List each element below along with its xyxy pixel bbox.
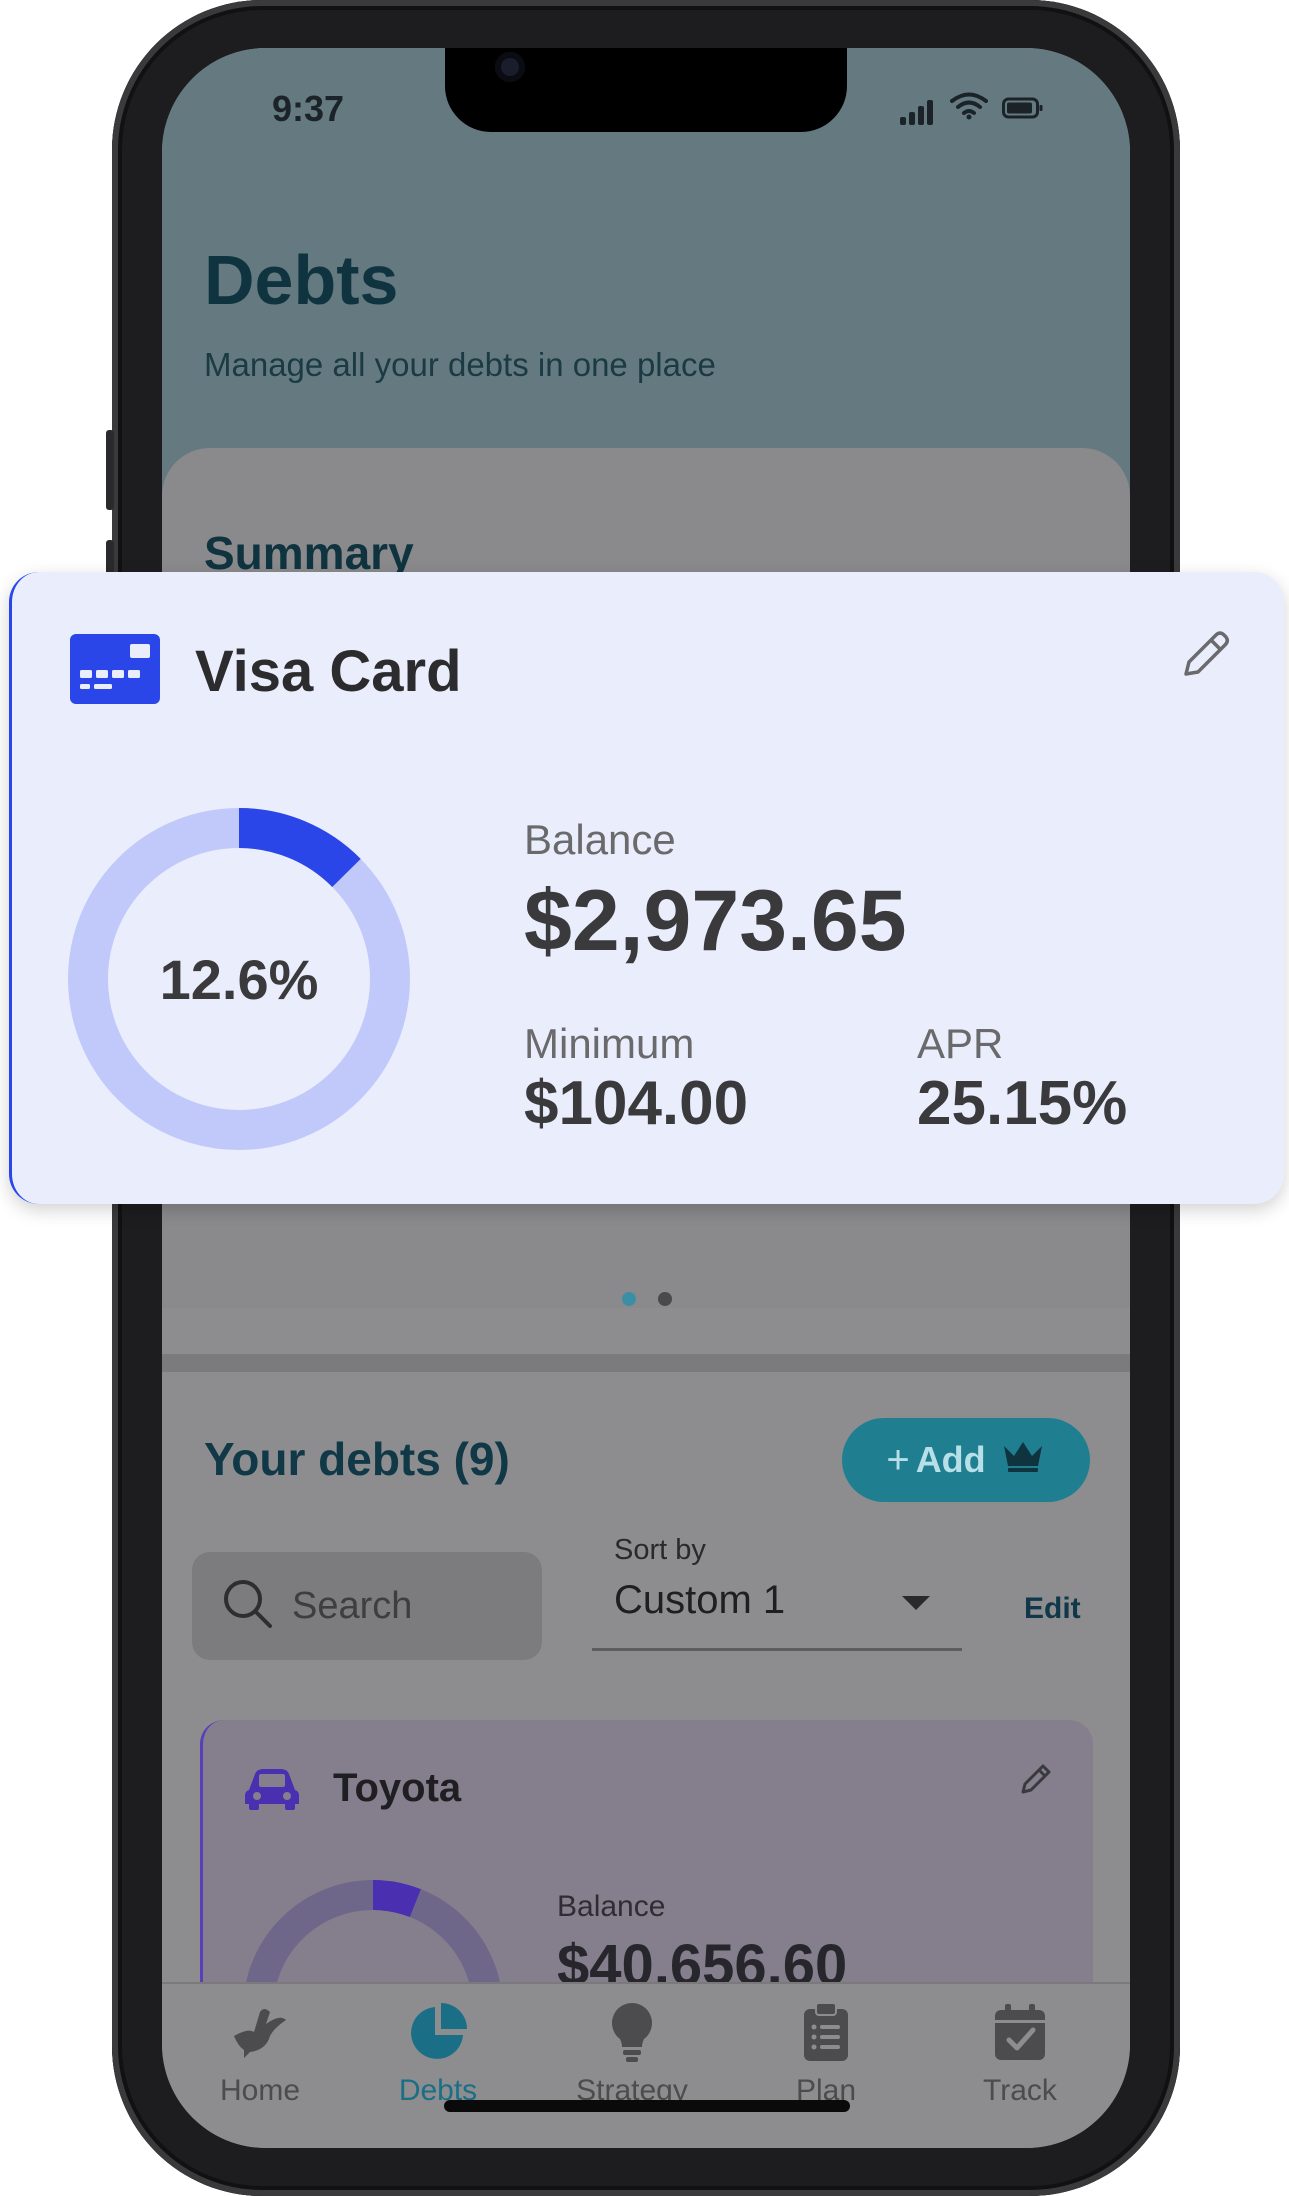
section-divider — [162, 1354, 1130, 1372]
carousel-dot-1[interactable] — [622, 1292, 636, 1306]
plus-icon: + — [886, 1437, 910, 1482]
tab-home-label: Home — [219, 2074, 301, 2107]
edit-order-button[interactable]: Edit — [1024, 1592, 1081, 1626]
search-input[interactable]: Search — [192, 1552, 542, 1660]
page-subtitle: Manage all your debts in one place — [204, 346, 716, 383]
debt-name-toyota: Toyota — [333, 1766, 462, 1810]
credit-card-icon — [70, 634, 160, 709]
search-icon — [220, 1576, 276, 1637]
pie-chart-icon — [348, 2000, 528, 2064]
toyota-balance-label: Balance — [557, 1890, 666, 1923]
status-time: 9:37 — [272, 88, 345, 129]
signal-icon — [900, 97, 936, 125]
home-indicator[interactable] — [444, 2100, 850, 2112]
camera — [495, 52, 525, 82]
tab-plan[interactable]: Plan — [736, 2000, 916, 2108]
chevron-down-icon[interactable] — [902, 1596, 930, 1610]
search-placeholder: Search — [292, 1584, 413, 1627]
visa-apr-label: APR — [917, 1020, 1004, 1067]
visa-balance-value: $2,973.65 — [524, 873, 907, 969]
car-icon — [243, 1764, 301, 1815]
sort-select[interactable]: Custom 1 — [614, 1578, 785, 1623]
your-debts-title: Your debts (9) — [204, 1433, 510, 1485]
pencil-icon[interactable] — [1015, 1760, 1055, 1805]
tab-debts[interactable]: Debts — [348, 2000, 528, 2108]
visa-percent-label: 12.6% — [159, 947, 319, 1011]
tab-track-label: Track — [983, 2074, 1057, 2107]
add-button-label: Add — [915, 1439, 986, 1480]
add-debt-button[interactable]: + Add — [842, 1418, 1090, 1502]
side-button-left — [106, 430, 114, 510]
calendar-check-icon — [930, 2000, 1110, 2064]
carousel-dot-2[interactable] — [658, 1292, 672, 1306]
visa-apr-value: 25.15% — [917, 1069, 1128, 1138]
visa-minimum-value: $104.00 — [524, 1069, 749, 1138]
visa-card-name: Visa Card — [195, 639, 462, 704]
carousel-dots[interactable] — [622, 1292, 672, 1306]
tab-strategy[interactable]: Strategy — [542, 2000, 722, 2108]
visa-balance-label: Balance — [524, 816, 676, 863]
debt-card-visa-expanded[interactable]: Visa Card 12.6% Balance $2,973.65 Minimu… — [9, 572, 1284, 1204]
visa-minimum-label: Minimum — [524, 1020, 695, 1067]
bottom-tab-bar: Home Debts Strategy Plan Track — [162, 1982, 1130, 2148]
lightbulb-icon — [542, 2000, 722, 2064]
notch — [445, 48, 847, 132]
sort-by-label: Sort by — [614, 1534, 706, 1566]
status-icons — [900, 92, 1044, 125]
wifi-icon — [950, 92, 988, 125]
page-title: Debts — [204, 241, 399, 319]
pencil-icon[interactable] — [1178, 626, 1234, 687]
clipboard-list-icon — [736, 2000, 916, 2064]
tab-track[interactable]: Track — [930, 2000, 1110, 2108]
battery-icon — [1002, 96, 1044, 125]
dove-icon — [170, 2000, 350, 2064]
sort-underline — [592, 1648, 962, 1651]
crown-icon — [1000, 1438, 1046, 1483]
tab-home[interactable]: Home — [170, 2000, 350, 2108]
